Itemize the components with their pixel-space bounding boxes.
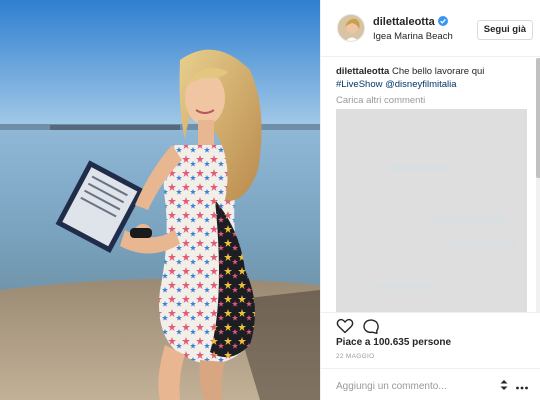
post-header: dilettaleotta Igea Marina Beach Segui gi… <box>321 0 540 57</box>
comments-section: dilettaleotta Che bello lavorare qui #Li… <box>321 58 540 312</box>
avatar[interactable] <box>337 14 365 42</box>
comment-bubble-icon <box>363 319 379 334</box>
comment-placeholder-line <box>446 239 516 246</box>
follow-button[interactable]: Segui già <box>476 20 533 40</box>
comment-button[interactable] <box>361 316 381 336</box>
verified-badge-icon <box>437 16 448 26</box>
comment-input[interactable] <box>336 378 496 394</box>
caption-text: Che bello lavorare qui <box>391 66 485 77</box>
stepper-icon <box>500 380 508 390</box>
caption-mention[interactable]: @disneyfilmitalia <box>385 79 456 90</box>
post-actions: Piace a 100.635 persone 22 MAGGIO <box>321 312 540 362</box>
add-comment-bar <box>321 368 540 400</box>
comment-placeholder-line <box>376 283 436 290</box>
more-options-button[interactable] <box>515 380 529 390</box>
caption-hashtag[interactable]: #LiveShow <box>336 79 382 90</box>
caption-username[interactable]: dilettaleotta <box>336 66 389 77</box>
likes-count[interactable]: Piace a 100.635 persone <box>336 337 451 348</box>
load-more-comments-link[interactable]: Carica altri commenti <box>336 95 425 106</box>
username-text: dilettaleotta <box>373 16 435 28</box>
comments-scrollbar-thumb[interactable] <box>536 58 540 178</box>
comments-overlay <box>336 109 527 312</box>
location-link[interactable]: Igea Marina Beach <box>373 31 453 42</box>
stepper-button[interactable] <box>499 378 509 392</box>
post-caption: dilettaleotta Che bello lavorare qui #Li… <box>336 65 511 91</box>
comment-placeholder-line <box>431 216 506 223</box>
more-options-icon <box>516 386 528 390</box>
beach-photo-image <box>0 0 320 400</box>
comments-scrollbar[interactable] <box>536 58 540 312</box>
avatar-image <box>338 15 364 41</box>
post-panel: dilettaleotta Igea Marina Beach Segui gi… <box>320 0 540 400</box>
post-photo[interactable] <box>0 0 320 400</box>
comment-placeholder-line <box>391 164 451 171</box>
post-date[interactable]: 22 MAGGIO <box>336 353 374 360</box>
heart-icon <box>336 318 354 334</box>
like-button[interactable] <box>335 316 355 336</box>
username-link[interactable]: dilettaleotta <box>373 16 448 28</box>
